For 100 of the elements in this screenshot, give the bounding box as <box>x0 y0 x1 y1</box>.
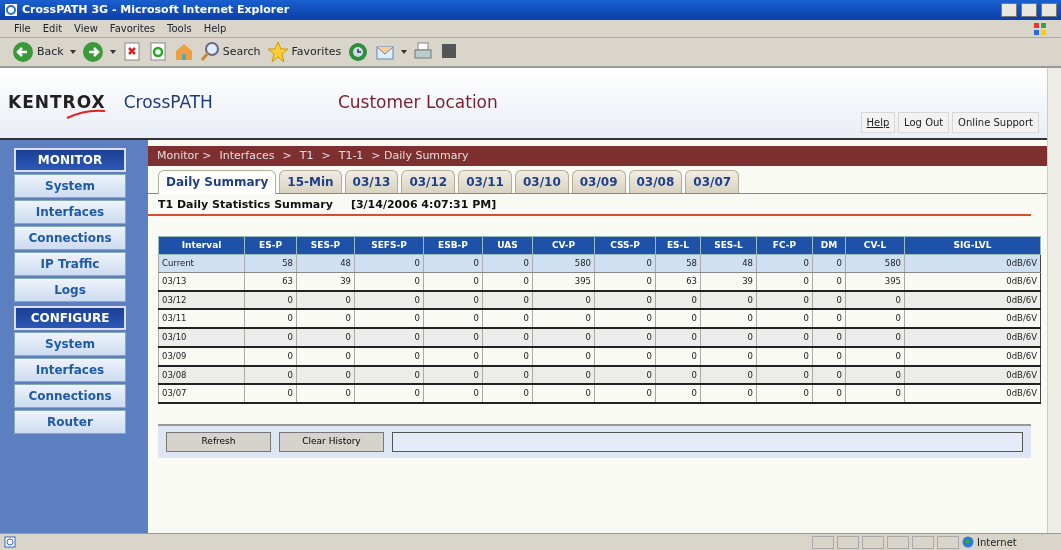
menu-item[interactable]: Favorites <box>109 21 155 36</box>
minimize-button[interactable] <box>1001 3 1017 17</box>
column-header: Interval <box>158 236 245 255</box>
table-cell: 0 <box>655 384 701 403</box>
table-cell: 0 <box>423 272 483 291</box>
toolbar-button[interactable] <box>81 41 104 63</box>
action-button[interactable]: Clear History <box>279 432 384 452</box>
nav-button[interactable]: Interfaces <box>14 200 126 224</box>
maximize-button[interactable] <box>1021 3 1037 17</box>
dropdown-caret-icon[interactable] <box>69 50 76 54</box>
menu-item[interactable]: File <box>14 21 31 36</box>
stop-icon <box>121 41 142 63</box>
nav-button[interactable]: System <box>14 174 126 198</box>
breadcrumb-item: Interfaces <box>219 147 275 164</box>
breadcrumb-item: T1 <box>299 147 314 164</box>
location-title: Customer Location <box>337 91 498 115</box>
nav-button[interactable]: Connections <box>14 384 126 408</box>
tab[interactable]: 03/09 <box>571 170 626 193</box>
table-cell: 03/07 <box>158 384 245 403</box>
browser-icon <box>4 3 18 17</box>
nav-button[interactable]: Interfaces <box>14 358 126 382</box>
toolbar-button[interactable] <box>147 41 168 63</box>
toolbar-button[interactable] <box>121 41 142 63</box>
column-header: DM <box>812 236 846 255</box>
section-heading: CONFIGURE <box>14 306 126 330</box>
section-title: T1 Daily Statistics Summary <box>158 197 333 213</box>
table-cell: 0 <box>756 346 813 366</box>
action-button[interactable]: Refresh <box>166 432 271 452</box>
breadcrumb-item: T1-1 <box>338 147 364 164</box>
table-cell: 0 <box>756 384 813 403</box>
menu-item[interactable]: View <box>74 21 98 36</box>
column-header: SES-L <box>700 236 757 255</box>
tab[interactable]: 03/11 <box>458 170 512 193</box>
breadcrumb-item: > <box>321 147 331 164</box>
nav-button[interactable]: IP Traffic <box>14 252 126 276</box>
table-cell: 0 <box>845 384 905 403</box>
column-header: CV-L <box>845 236 905 255</box>
table-cell: 395 <box>532 272 595 291</box>
nav-button[interactable]: Router <box>14 410 126 434</box>
home-icon <box>173 41 194 63</box>
menu-item[interactable]: Help <box>203 21 227 36</box>
dropdown-caret-icon[interactable] <box>401 50 408 54</box>
table-cell: 0 <box>423 384 483 403</box>
tab[interactable]: 03/13 <box>344 170 399 193</box>
table-cell: 0 <box>700 346 757 366</box>
scrollbar[interactable] <box>1047 68 1061 533</box>
table-cell: 03/09 <box>158 346 245 366</box>
table-cell: 0 <box>594 384 656 403</box>
column-header: SEFS-P <box>354 236 424 255</box>
tab[interactable]: 03/10 <box>514 170 569 193</box>
breadcrumb-item: > Daily Summary <box>371 147 469 164</box>
toolbar-button[interactable] <box>347 41 370 63</box>
breadcrumb-item: > <box>282 147 292 164</box>
nav-button[interactable]: Connections <box>14 226 126 250</box>
table-cell: 0 <box>532 384 595 403</box>
table-cell: 0 <box>482 272 533 291</box>
header-link[interactable]: Help <box>860 111 896 133</box>
dropdown-caret-icon[interactable] <box>109 50 116 54</box>
page-icon <box>4 536 16 548</box>
table-cell: 0 <box>482 346 533 366</box>
table-cell: 0dB/6V <box>904 346 1041 366</box>
menu-item[interactable]: Tools <box>167 21 192 36</box>
status-pane <box>812 535 834 549</box>
table-cell: 0 <box>354 346 424 366</box>
tab[interactable]: 15-Min <box>279 170 342 193</box>
zone-label: Internet <box>977 535 1018 550</box>
tab[interactable]: 03/12 <box>401 170 456 193</box>
table-cell: 03/13 <box>158 272 245 291</box>
windows-logo-icon <box>1033 21 1047 36</box>
header-link[interactable]: Log Out <box>898 111 950 133</box>
table-cell: 0 <box>700 384 757 403</box>
column-header: ES-P <box>244 236 297 255</box>
table-cell: 0 <box>423 346 483 366</box>
status-pane <box>912 535 934 549</box>
column-header: SIG-LVL <box>904 236 1041 255</box>
column-header: SES-P <box>296 236 355 255</box>
table-cell: 0 <box>812 384 846 403</box>
status-pane <box>887 535 909 549</box>
table-cell: 0 <box>812 346 846 366</box>
toolbar-button[interactable]: Back <box>12 41 64 63</box>
toolbar-button[interactable]: Search <box>199 41 261 63</box>
nav-button[interactable]: Logs <box>14 278 126 302</box>
table-cell: 0 <box>845 346 905 366</box>
close-button[interactable] <box>1041 3 1057 17</box>
table-cell: 0 <box>296 346 355 366</box>
tab[interactable]: 03/07 <box>685 170 740 193</box>
table-cell: 0 <box>244 384 297 403</box>
product-name: CrossPATH <box>123 91 213 115</box>
tab[interactable]: Daily Summary <box>158 170 277 194</box>
column-header: CV-P <box>532 236 595 255</box>
search-icon <box>199 41 220 63</box>
table-cell: 0 <box>812 272 846 291</box>
nav-button[interactable]: System <box>14 332 126 356</box>
toolbar-button[interactable]: Favorites <box>266 41 342 63</box>
window-title: CrossPATH 3G - Microsoft Internet Explorer <box>22 1 291 18</box>
star-icon <box>266 41 289 63</box>
table-cell: 0 <box>354 384 424 403</box>
menu-item[interactable]: Edit <box>42 21 63 36</box>
header-link[interactable]: Online Support <box>952 111 1039 133</box>
tab[interactable]: 03/08 <box>628 170 683 193</box>
